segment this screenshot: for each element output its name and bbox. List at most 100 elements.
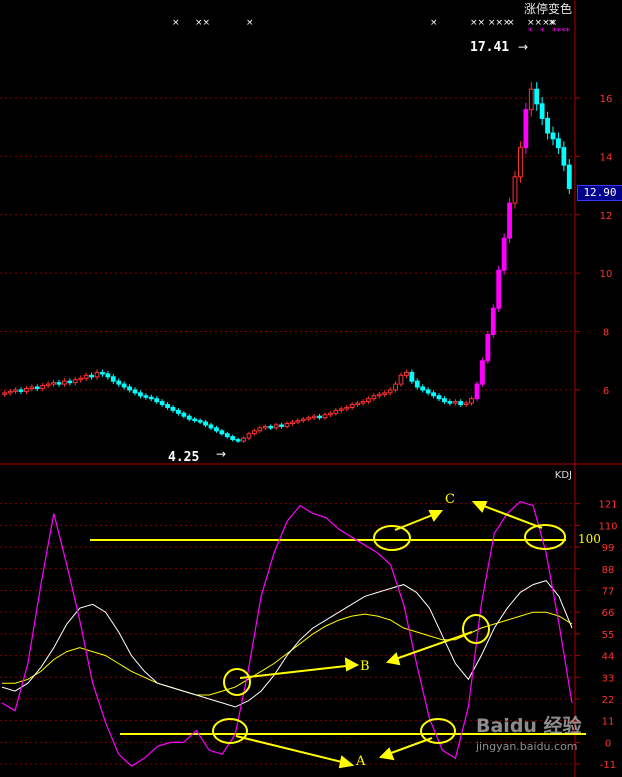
watermark: Baidu 经验 jingyan.baidu.com (476, 716, 588, 768)
candle-body (442, 398, 447, 403)
arrow-a2-head (378, 747, 395, 761)
candle-body (192, 418, 198, 422)
candle-body (29, 386, 35, 390)
arrow-a1-head (338, 755, 355, 769)
candle-body (219, 430, 225, 435)
marker-icon: ×× ××× (470, 18, 511, 28)
candle-body (463, 402, 469, 406)
candle-body (398, 374, 404, 385)
star-icon: * (528, 27, 533, 37)
marker-icon: × (246, 18, 254, 28)
candle-body (393, 383, 398, 391)
candle-body (83, 374, 89, 379)
candle-body (414, 380, 420, 388)
candle-body (404, 371, 409, 376)
watermark-url: jingyan.baidu.com (476, 740, 578, 753)
candle-body (230, 436, 236, 441)
candle-body (355, 402, 360, 406)
candle-body (257, 427, 263, 432)
candle-body (2, 392, 8, 395)
low-arrow-icon: → (216, 447, 226, 461)
candle-body (458, 401, 464, 406)
candle-body (496, 269, 502, 309)
kdj-tick-label: 55 (602, 630, 615, 641)
candle-body (436, 395, 442, 400)
low-price-label: 4.25 (168, 450, 199, 465)
price-candles (2, 82, 572, 443)
candle-body (556, 138, 561, 149)
candle-body (431, 392, 436, 397)
circle-a-left (212, 718, 248, 744)
candle-body (273, 424, 279, 429)
candle-body (512, 176, 518, 204)
candle-body (197, 420, 203, 423)
kdj-k-line (1, 580, 573, 708)
candle-body (110, 376, 116, 382)
candle-body (18, 389, 24, 392)
star-icon: * (540, 27, 545, 37)
arrow-c2 (475, 502, 543, 529)
candle-body (317, 415, 322, 419)
annotation-b: B (360, 659, 370, 674)
candle-body (62, 380, 67, 385)
arrow-b1-head (344, 657, 360, 672)
header-title: 涨停变色 (523, 2, 572, 16)
candle-body (566, 164, 572, 189)
candle-body (208, 424, 214, 429)
kdj-d-line (2, 611, 573, 696)
candle-body (40, 385, 46, 389)
annotation-a: A (355, 754, 366, 769)
arrow-a1 (235, 735, 351, 765)
candle-body (300, 418, 306, 422)
marker-icon: ×× (195, 18, 210, 28)
circle-c-left (373, 525, 411, 551)
candle-body (452, 401, 458, 404)
candle-body (241, 437, 246, 442)
candle-body (409, 371, 415, 382)
price-tick-label: 16 (600, 94, 613, 105)
arrow-b1 (239, 664, 356, 679)
candle-body (51, 382, 56, 385)
price-tick-label: 6 (603, 386, 609, 397)
candle-body (170, 406, 176, 411)
arrow-c1-head (428, 510, 444, 522)
price-tick-label: 12 (600, 211, 613, 222)
candle-body (284, 423, 290, 427)
candle-body (338, 408, 344, 411)
candle-body (501, 237, 507, 271)
event-markers: × ×× × × ×× ××× × ×××× × (172, 18, 557, 28)
marker-icon: × (430, 18, 438, 28)
kdj-tick-label: 22 (602, 695, 615, 706)
kdj-tick-label: 99 (602, 543, 615, 554)
candle-body (382, 392, 388, 395)
candle-body (127, 386, 132, 391)
high-price-label: 17.41 (470, 40, 509, 55)
stock-chart: 6810121416 -110112233445566778899110121 … (0, 0, 622, 777)
candle-body (159, 401, 165, 406)
candle-body (306, 417, 312, 420)
candle-body (181, 412, 187, 417)
candle-body (360, 401, 366, 404)
candle-body (7, 390, 13, 394)
candle-body (387, 389, 393, 394)
candle-body (349, 404, 355, 408)
arrow-c2-head (471, 501, 488, 513)
current-price-tag: 12.90 (577, 185, 622, 201)
kdj-tick-label: 44 (602, 652, 615, 663)
candle-body (121, 383, 127, 388)
candle-body (78, 377, 84, 381)
candle-body (550, 132, 556, 140)
candle-body (333, 409, 339, 414)
candle-body (371, 395, 377, 400)
candle-body (485, 333, 491, 362)
kdj-tick-label: 11 (602, 717, 615, 728)
kdj-tick-label: 88 (602, 565, 615, 576)
candle-body (425, 389, 431, 394)
high-arrow-icon: → (518, 40, 528, 54)
candle-body (534, 88, 540, 105)
candle-body (420, 386, 426, 391)
candle-body (366, 398, 371, 403)
candle-body (56, 382, 62, 385)
kdj-tick-label: -11 (600, 760, 616, 771)
kdj-tick-label: 33 (602, 673, 615, 684)
